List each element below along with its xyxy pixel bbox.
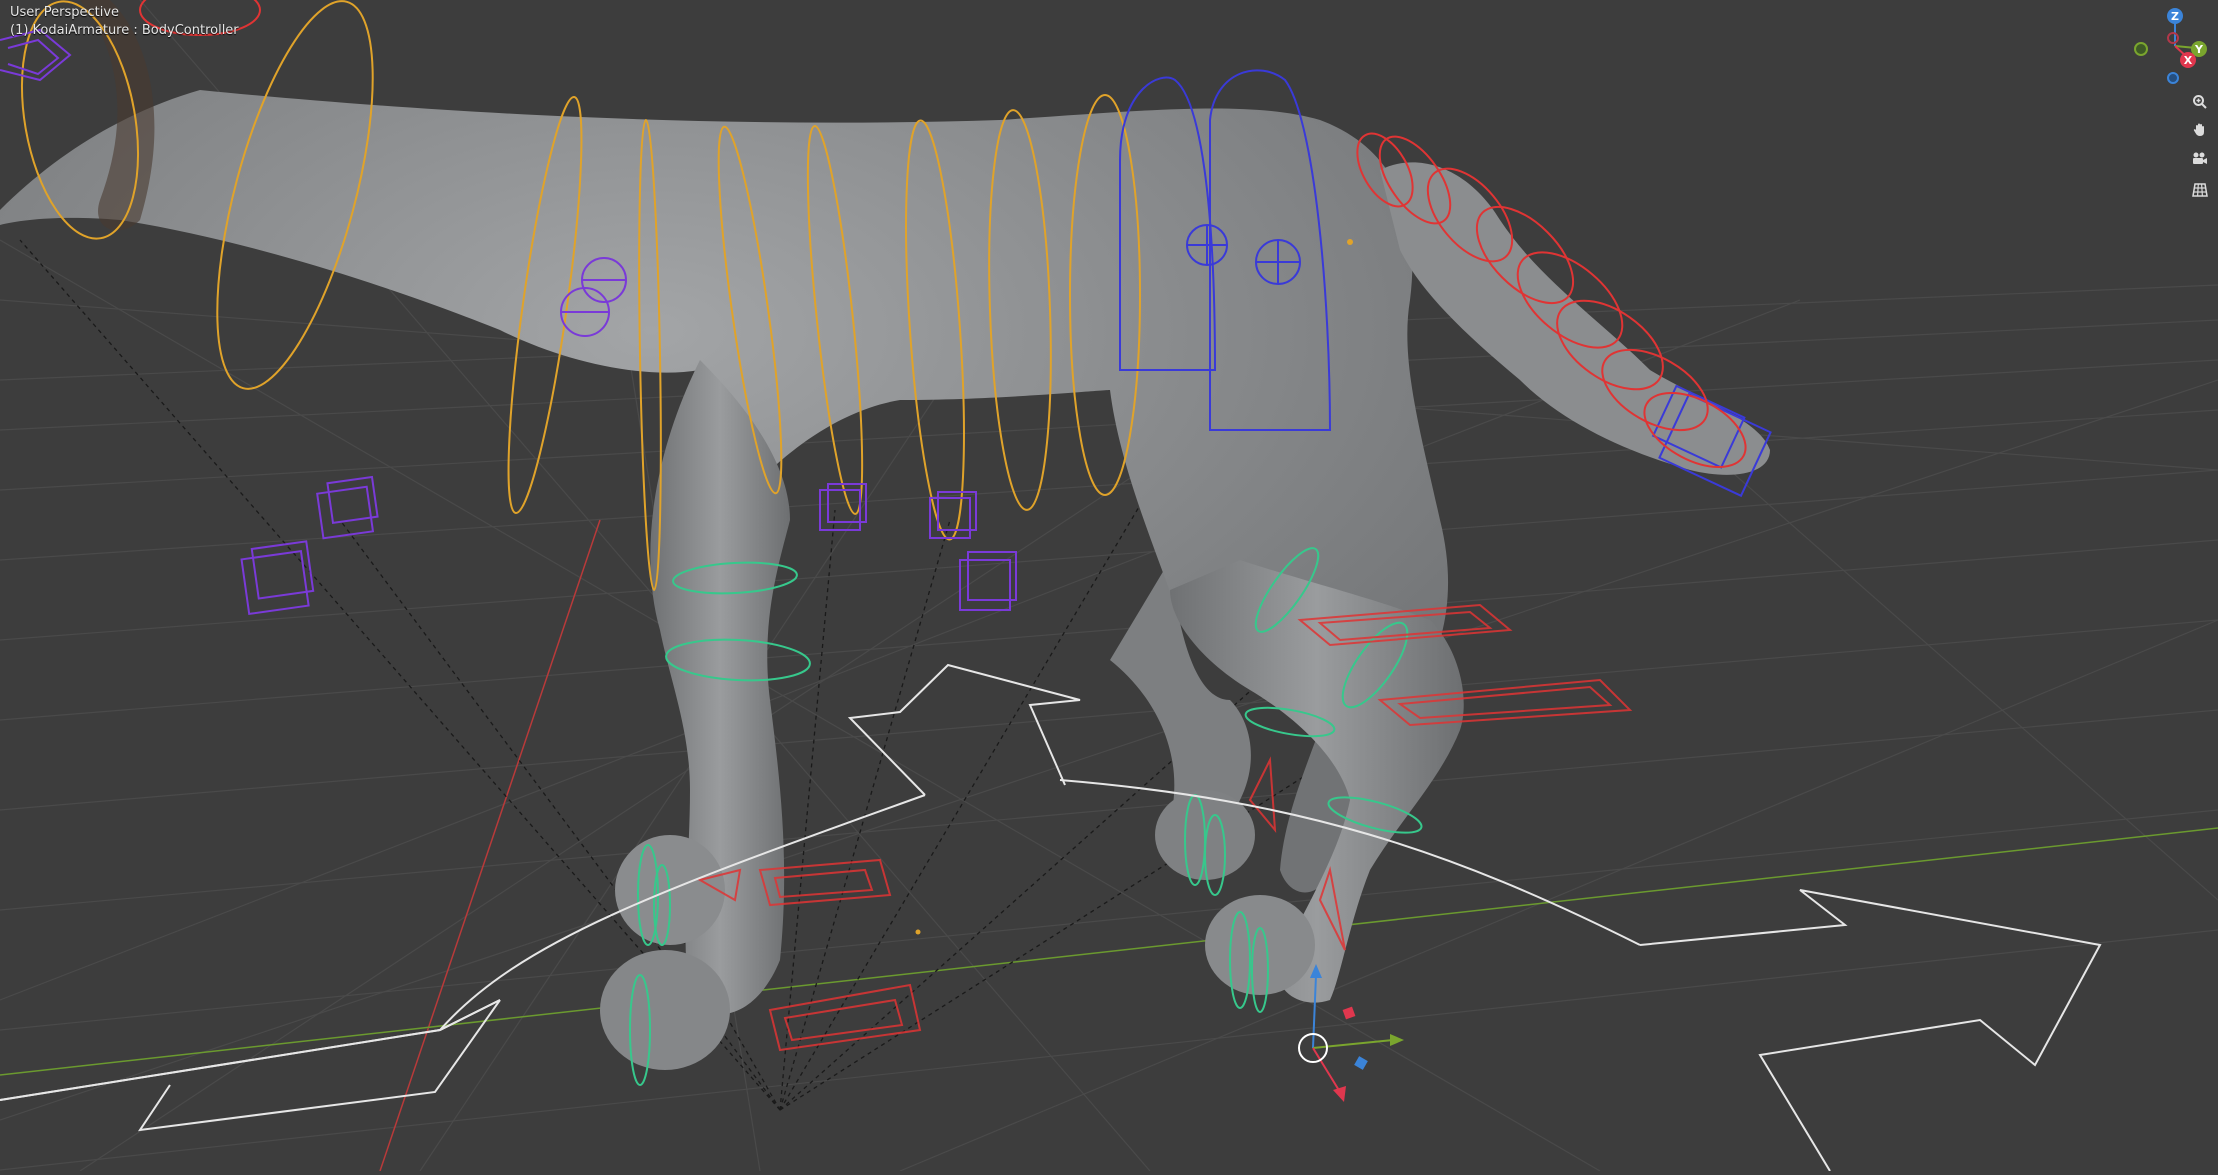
- hand-pan-icon[interactable]: [2187, 117, 2213, 143]
- gizmo-neg-y-axis[interactable]: [2134, 42, 2148, 56]
- root-controller[interactable]: [0, 663, 2102, 1172]
- camera-view-icon[interactable]: [2187, 146, 2213, 172]
- origin-dot: [1347, 239, 1353, 245]
- viewport-canvas[interactable]: [0, 0, 2218, 1172]
- 3d-viewport[interactable]: [0, 0, 2218, 1172]
- gizmo-neg-z-axis[interactable]: [2167, 72, 2179, 84]
- navigation-gizmo[interactable]: Z Y X: [2130, 4, 2210, 84]
- world-y-axis-line: [0, 827, 2218, 1076]
- gizmo-z-axis[interactable]: Z: [2167, 8, 2183, 24]
- wolf-mesh[interactable]: [0, 0, 1770, 1070]
- world-x-axis-line: [379, 519, 601, 1172]
- transform-gizmo[interactable]: [1298, 964, 1404, 1102]
- active-object-label: (1) KodaiArmature : BodyController: [10, 23, 239, 38]
- viewport-mode-label: User Perspective: [10, 5, 120, 20]
- gizmo-neg-x-axis[interactable]: [2167, 32, 2179, 44]
- origin-dot: [915, 929, 921, 935]
- ortho-grid-icon[interactable]: [2187, 177, 2213, 203]
- gizmo-x-axis[interactable]: X: [2180, 52, 2196, 68]
- zoom-icon[interactable]: [2187, 89, 2213, 115]
